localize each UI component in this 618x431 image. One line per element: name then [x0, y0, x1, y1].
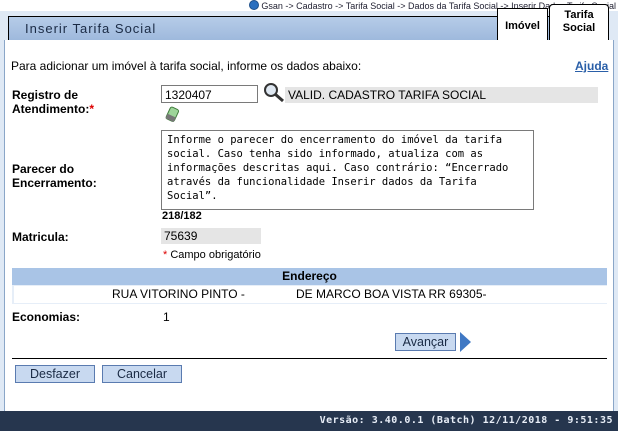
matricula-label: Matricula: — [12, 230, 69, 244]
parecer-label: Parecer do Encerramento: — [12, 162, 97, 190]
help-link[interactable]: Ajuda — [575, 59, 608, 73]
economias-value: 1 — [163, 310, 170, 324]
registro-input[interactable]: 1320407 — [161, 85, 258, 103]
search-icon[interactable] — [262, 81, 286, 103]
eraser-icon[interactable] — [165, 106, 181, 124]
desfazer-button[interactable]: Desfazer — [15, 365, 95, 383]
economias-label: Economias: — [12, 310, 81, 324]
endereco-part1: RUA VITORINO PINTO - — [112, 287, 245, 301]
endereco-header: Endereço — [12, 268, 607, 285]
endereco-row: RUA VITORINO PINTO - DE MARCO BOA VISTA … — [12, 285, 608, 304]
form-panel: Para adicionar um imóvel à tarifa social… — [4, 40, 614, 411]
endereco-part2: DE MARCO BOA VISTA RR 69305- — [296, 287, 487, 301]
char-counter: 218/182 — [162, 210, 202, 222]
parecer-textarea[interactable]: Informe o parecer do encerramento do imó… — [161, 130, 534, 210]
avancar-button[interactable]: Avançar — [395, 333, 456, 351]
matricula-value: 75639 — [161, 228, 261, 244]
tab-tarifa-social[interactable]: Tarifa Social — [549, 4, 609, 42]
registro-description: VALID. CADASTRO TARIFA SOCIAL — [285, 87, 598, 103]
arrow-right-icon[interactable] — [460, 332, 471, 352]
page-title: Inserir Tarifa Social — [25, 21, 157, 36]
gsan-logo-icon — [249, 0, 260, 10]
required-mark: * — [89, 102, 94, 116]
tab-imovel-label: Imóvel — [505, 20, 540, 32]
intro-text: Para adicionar um imóvel à tarifa social… — [11, 59, 362, 73]
version-footer: Versão: 3.40.0.1 (Batch) 12/11/2018 - 9:… — [0, 411, 618, 431]
tab-tarifa-social-label: Tarifa Social — [562, 9, 596, 34]
registro-label: Registro de Atendimento:* — [12, 88, 94, 116]
required-note: * Campo obrigatório — [163, 249, 261, 261]
cancelar-button[interactable]: Cancelar — [102, 365, 182, 383]
version-text: Versão: 3.40.0.1 (Batch) 12/11/2018 - 9:… — [319, 415, 613, 426]
tab-imovel[interactable]: Imóvel — [497, 8, 548, 42]
divider — [12, 358, 607, 359]
